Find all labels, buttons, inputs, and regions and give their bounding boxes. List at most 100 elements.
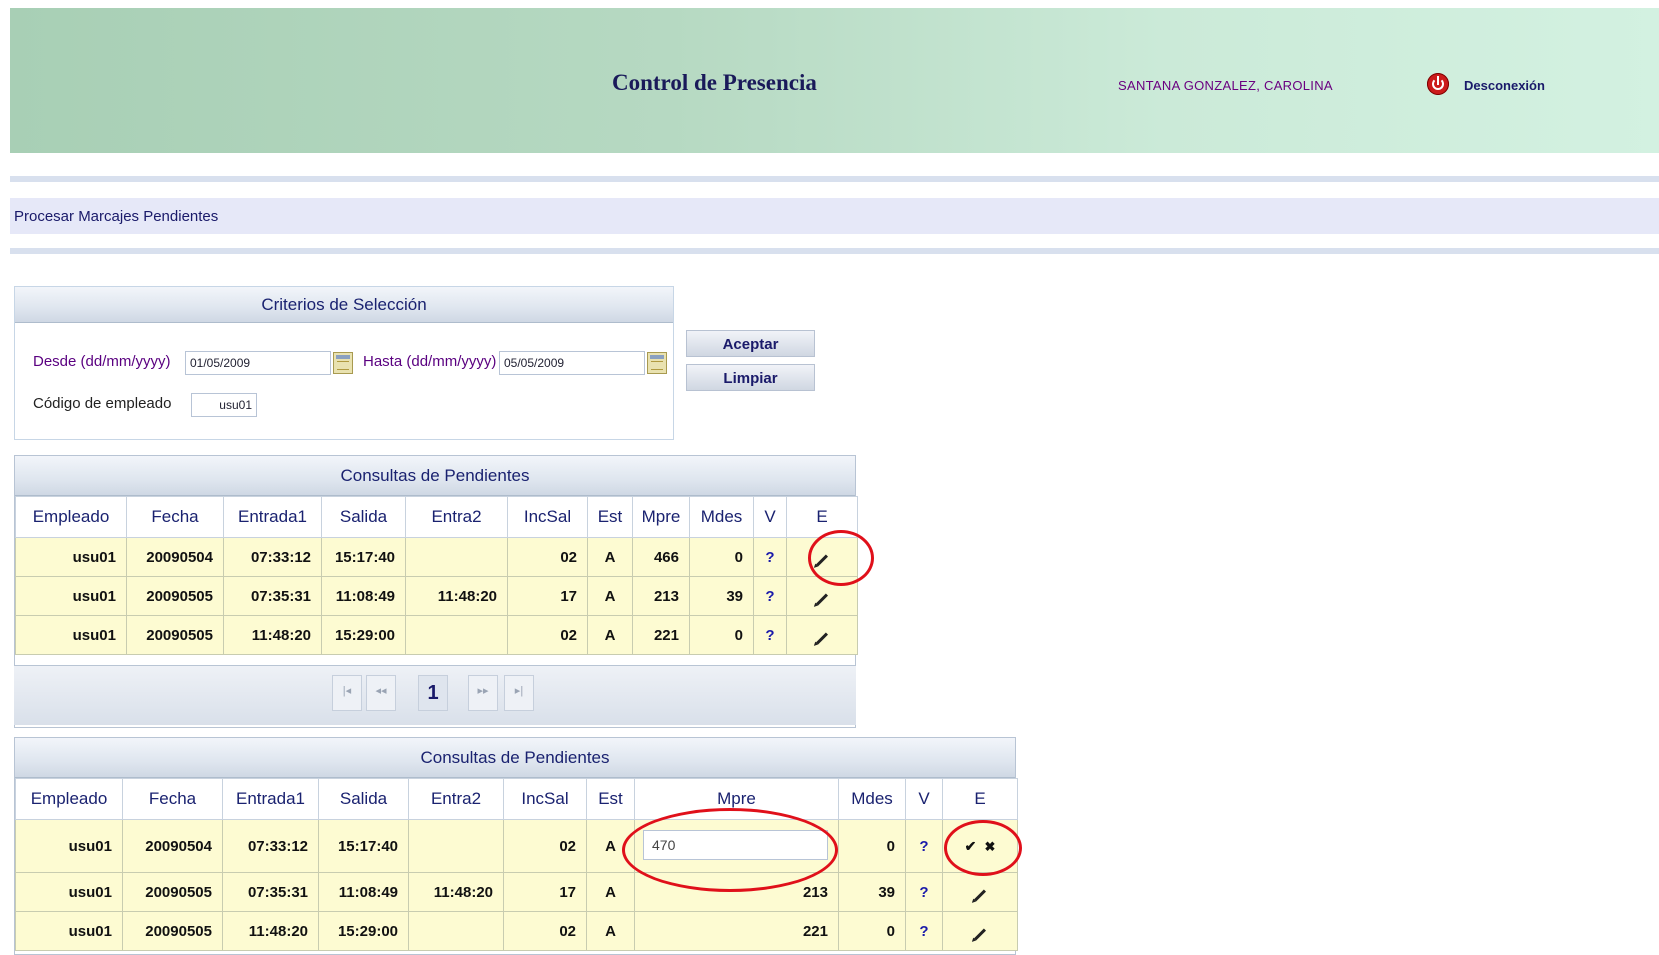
cell-mdes: 0 <box>689 615 754 655</box>
col-header[interactable]: IncSal <box>507 496 588 538</box>
cancel-icon[interactable]: ✖ <box>985 839 996 854</box>
cell-mpre: 221 <box>632 615 690 655</box>
cell-incsal: 17 <box>507 576 588 616</box>
col-header[interactable]: Est <box>587 496 633 538</box>
cell-mdes: 39 <box>689 576 754 616</box>
col-header[interactable]: Fecha <box>122 778 223 820</box>
table1-title: Consultas de Pendientes <box>15 456 855 496</box>
table-row: usu01 20090505 07:35:31 11:08:49 11:48:2… <box>15 576 858 616</box>
codigo-label: Código de empleado <box>33 395 172 412</box>
cell-entra2: 11:48:20 <box>405 576 508 616</box>
cell-mdes: 39 <box>838 872 906 912</box>
col-header[interactable]: Fecha <box>126 496 224 538</box>
cell-edit <box>786 615 858 655</box>
view-icon[interactable]: ? <box>753 615 787 655</box>
limpiar-button[interactable]: Limpiar <box>686 364 815 391</box>
cell-entrada1: 07:33:12 <box>223 537 322 577</box>
calendar-icon[interactable] <box>647 352 667 374</box>
cell-empleado: usu01 <box>15 911 123 951</box>
cell-incsal: 17 <box>503 872 587 912</box>
app-header <box>10 8 1659 153</box>
pendientes-panel-2: Consultas de Pendientes Empleado Fecha E… <box>14 737 1018 955</box>
cell-edit <box>786 576 858 616</box>
last-page-button[interactable]: ▸| <box>504 675 534 711</box>
cell-est: A <box>586 819 635 873</box>
col-header[interactable]: IncSal <box>503 778 587 820</box>
col-header[interactable]: Empleado <box>15 496 127 538</box>
table-row: usu01 20090505 11:48:20 15:29:00 02 A 22… <box>15 911 1018 951</box>
cell-empleado: usu01 <box>15 537 127 577</box>
cell-entra2 <box>405 615 508 655</box>
col-header[interactable]: Salida <box>318 778 409 820</box>
table-header-row: Empleado Fecha Entrada1 Salida Entra2 In… <box>15 496 858 538</box>
desde-label: Desde (dd/mm/yyyy) <box>33 353 171 370</box>
pencil-icon[interactable] <box>815 592 829 606</box>
pencil-icon[interactable] <box>973 888 987 902</box>
cell-mpre: 466 <box>632 537 690 577</box>
mpre-edit-input[interactable] <box>643 830 828 860</box>
cell-incsal: 02 <box>507 615 588 655</box>
cell-incsal: 02 <box>503 819 587 873</box>
view-icon[interactable]: ? <box>753 576 787 616</box>
cell-mdes: 0 <box>838 819 906 873</box>
pencil-icon[interactable] <box>815 631 829 645</box>
cell-empleado: usu01 <box>15 872 123 912</box>
view-icon[interactable]: ? <box>905 819 943 873</box>
current-page[interactable]: 1 <box>418 675 448 711</box>
col-header[interactable]: Empleado <box>15 778 123 820</box>
cell-salida: 11:08:49 <box>321 576 406 616</box>
table-row: usu01 20090505 11:48:20 15:29:00 02 A 22… <box>15 615 858 655</box>
cell-entra2 <box>405 537 508 577</box>
col-header[interactable]: Mpre <box>634 778 839 820</box>
prev-page-button[interactable]: ◂◂ <box>366 675 396 711</box>
col-header[interactable]: Mdes <box>689 496 754 538</box>
table-row: usu01 20090504 07:33:12 15:17:40 02 A 46… <box>15 537 858 577</box>
cell-edit <box>786 537 858 577</box>
col-header[interactable]: Est <box>586 778 635 820</box>
view-icon[interactable]: ? <box>905 911 943 951</box>
logout-link[interactable]: Desconexión <box>1464 78 1545 93</box>
col-header[interactable]: Entra2 <box>408 778 504 820</box>
cell-entra2: 11:48:20 <box>408 872 504 912</box>
cell-incsal: 02 <box>503 911 587 951</box>
cell-entrada1: 11:48:20 <box>223 615 322 655</box>
pencil-icon[interactable] <box>973 927 987 941</box>
view-icon[interactable]: ? <box>753 537 787 577</box>
col-header[interactable]: Mdes <box>838 778 906 820</box>
col-header[interactable]: Entrada1 <box>222 778 319 820</box>
col-header[interactable]: E <box>942 778 1018 820</box>
next-page-button[interactable]: ▸▸ <box>468 675 498 711</box>
cell-entra2 <box>408 819 504 873</box>
cell-entrada1: 11:48:20 <box>222 911 319 951</box>
cell-empleado: usu01 <box>15 576 127 616</box>
cell-edit <box>942 911 1018 951</box>
cell-est: A <box>587 537 633 577</box>
codigo-input[interactable] <box>191 393 257 417</box>
power-icon[interactable] <box>1427 73 1449 95</box>
calendar-icon[interactable] <box>333 352 353 374</box>
cell-entrada1: 07:33:12 <box>222 819 319 873</box>
first-page-button[interactable]: |◂ <box>332 675 362 711</box>
aceptar-button[interactable]: Aceptar <box>686 330 815 357</box>
criteria-panel: Criterios de Selección Desde (dd/mm/yyyy… <box>14 286 674 440</box>
col-header[interactable]: Salida <box>321 496 406 538</box>
hasta-input[interactable] <box>499 351 645 375</box>
cell-fecha: 20090504 <box>122 819 223 873</box>
col-header[interactable]: Entrada1 <box>223 496 322 538</box>
col-header[interactable]: E <box>786 496 858 538</box>
pendientes-table-2: Empleado Fecha Entrada1 Salida Entra2 In… <box>15 778 1018 951</box>
cell-est: A <box>586 911 635 951</box>
confirm-icon[interactable]: ✔ <box>965 838 977 854</box>
cell-salida: 15:17:40 <box>318 819 409 873</box>
col-header[interactable]: V <box>753 496 787 538</box>
divider <box>10 176 1659 182</box>
desde-input[interactable] <box>185 351 331 375</box>
cell-incsal: 02 <box>507 537 588 577</box>
view-icon[interactable]: ? <box>905 872 943 912</box>
col-header[interactable]: V <box>905 778 943 820</box>
pencil-icon[interactable] <box>815 553 829 567</box>
cell-mdes: 0 <box>838 911 906 951</box>
col-header[interactable]: Mpre <box>632 496 690 538</box>
col-header[interactable]: Entra2 <box>405 496 508 538</box>
table-row-editing: usu01 20090504 07:33:12 15:17:40 02 A 0 … <box>15 819 1018 873</box>
